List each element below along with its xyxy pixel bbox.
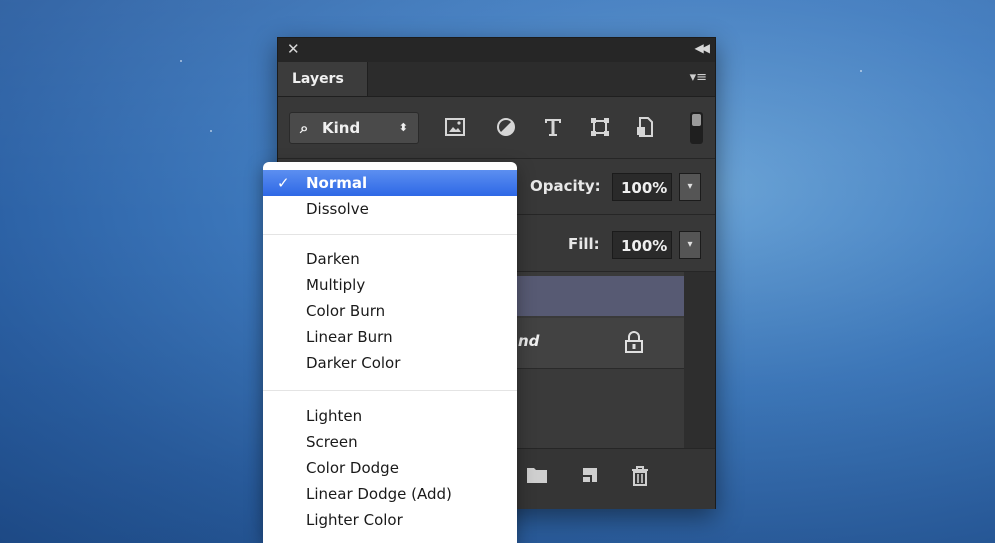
opacity-dropdown-button[interactable]: ▾ bbox=[679, 173, 701, 201]
tab-layers[interactable]: Layers bbox=[278, 62, 368, 96]
blend-mode-darker-color[interactable]: Darker Color bbox=[263, 350, 517, 376]
new-layer-icon[interactable] bbox=[580, 465, 602, 487]
menu-separator bbox=[263, 390, 517, 391]
image-filter-icon[interactable] bbox=[443, 116, 467, 140]
kind-filter-select[interactable]: ⌕ Kind ⬍ bbox=[289, 112, 419, 144]
kind-label: Kind bbox=[322, 119, 361, 137]
blend-mode-screen[interactable]: Screen bbox=[263, 429, 517, 455]
blend-mode-lighter-color[interactable]: Lighter Color bbox=[263, 507, 517, 533]
lock-icon bbox=[623, 330, 647, 354]
fill-dropdown-button[interactable]: ▾ bbox=[679, 231, 701, 259]
blend-mode-color-burn[interactable]: Color Burn bbox=[263, 298, 517, 324]
folder-icon[interactable] bbox=[526, 465, 548, 487]
fill-label: Fill: bbox=[568, 235, 600, 253]
blend-mode-linear-dodge[interactable]: Linear Dodge (Add) bbox=[263, 481, 517, 507]
layers-scrollbar[interactable] bbox=[684, 272, 715, 448]
opacity-label: Opacity: bbox=[530, 177, 601, 195]
smart-object-filter-icon[interactable] bbox=[633, 116, 657, 140]
menu-separator bbox=[263, 234, 517, 235]
fill-input[interactable]: 100% bbox=[612, 231, 672, 259]
blend-mode-multiply[interactable]: Multiply bbox=[263, 272, 517, 298]
blend-mode-lighten[interactable]: Lighten bbox=[263, 403, 517, 429]
collapse-icon[interactable]: ◀◀ bbox=[695, 41, 711, 55]
blend-mode-color-dodge[interactable]: Color Dodge bbox=[263, 455, 517, 481]
checkmark-icon: ✓ bbox=[277, 174, 290, 192]
layer-filter-row: ⌕ Kind ⬍ bbox=[278, 98, 715, 159]
shape-filter-icon[interactable] bbox=[588, 116, 612, 140]
panel-menu-icon[interactable]: ▾≡ bbox=[690, 70, 707, 85]
blend-mode-linear-burn[interactable]: Linear Burn bbox=[263, 324, 517, 350]
layer-name: nd bbox=[518, 332, 540, 350]
panel-titlebar: ✕ ◀◀ bbox=[278, 38, 715, 62]
blend-mode-dissolve[interactable]: Dissolve bbox=[263, 196, 517, 222]
blend-mode-dropdown: ✓ Normal Dissolve Darken Multiply Color … bbox=[263, 162, 517, 543]
panel-tab-row: Layers ▾≡ bbox=[278, 62, 715, 97]
blend-mode-darken[interactable]: Darken bbox=[263, 246, 517, 272]
filter-toggle-switch[interactable] bbox=[690, 112, 703, 144]
blend-mode-normal[interactable]: ✓ Normal bbox=[263, 170, 517, 196]
type-filter-icon[interactable] bbox=[541, 116, 565, 140]
adjustment-filter-icon[interactable] bbox=[494, 116, 518, 140]
desktop-star bbox=[210, 130, 212, 132]
spinner-icon: ⬍ bbox=[398, 121, 408, 134]
desktop-star bbox=[180, 60, 182, 62]
desktop-star bbox=[860, 70, 862, 72]
close-icon[interactable]: ✕ bbox=[287, 40, 300, 58]
opacity-input[interactable]: 100% bbox=[612, 173, 672, 201]
search-icon: ⌕ bbox=[300, 119, 309, 137]
menu-item-label: Normal bbox=[306, 174, 368, 192]
trash-icon[interactable] bbox=[630, 465, 652, 487]
